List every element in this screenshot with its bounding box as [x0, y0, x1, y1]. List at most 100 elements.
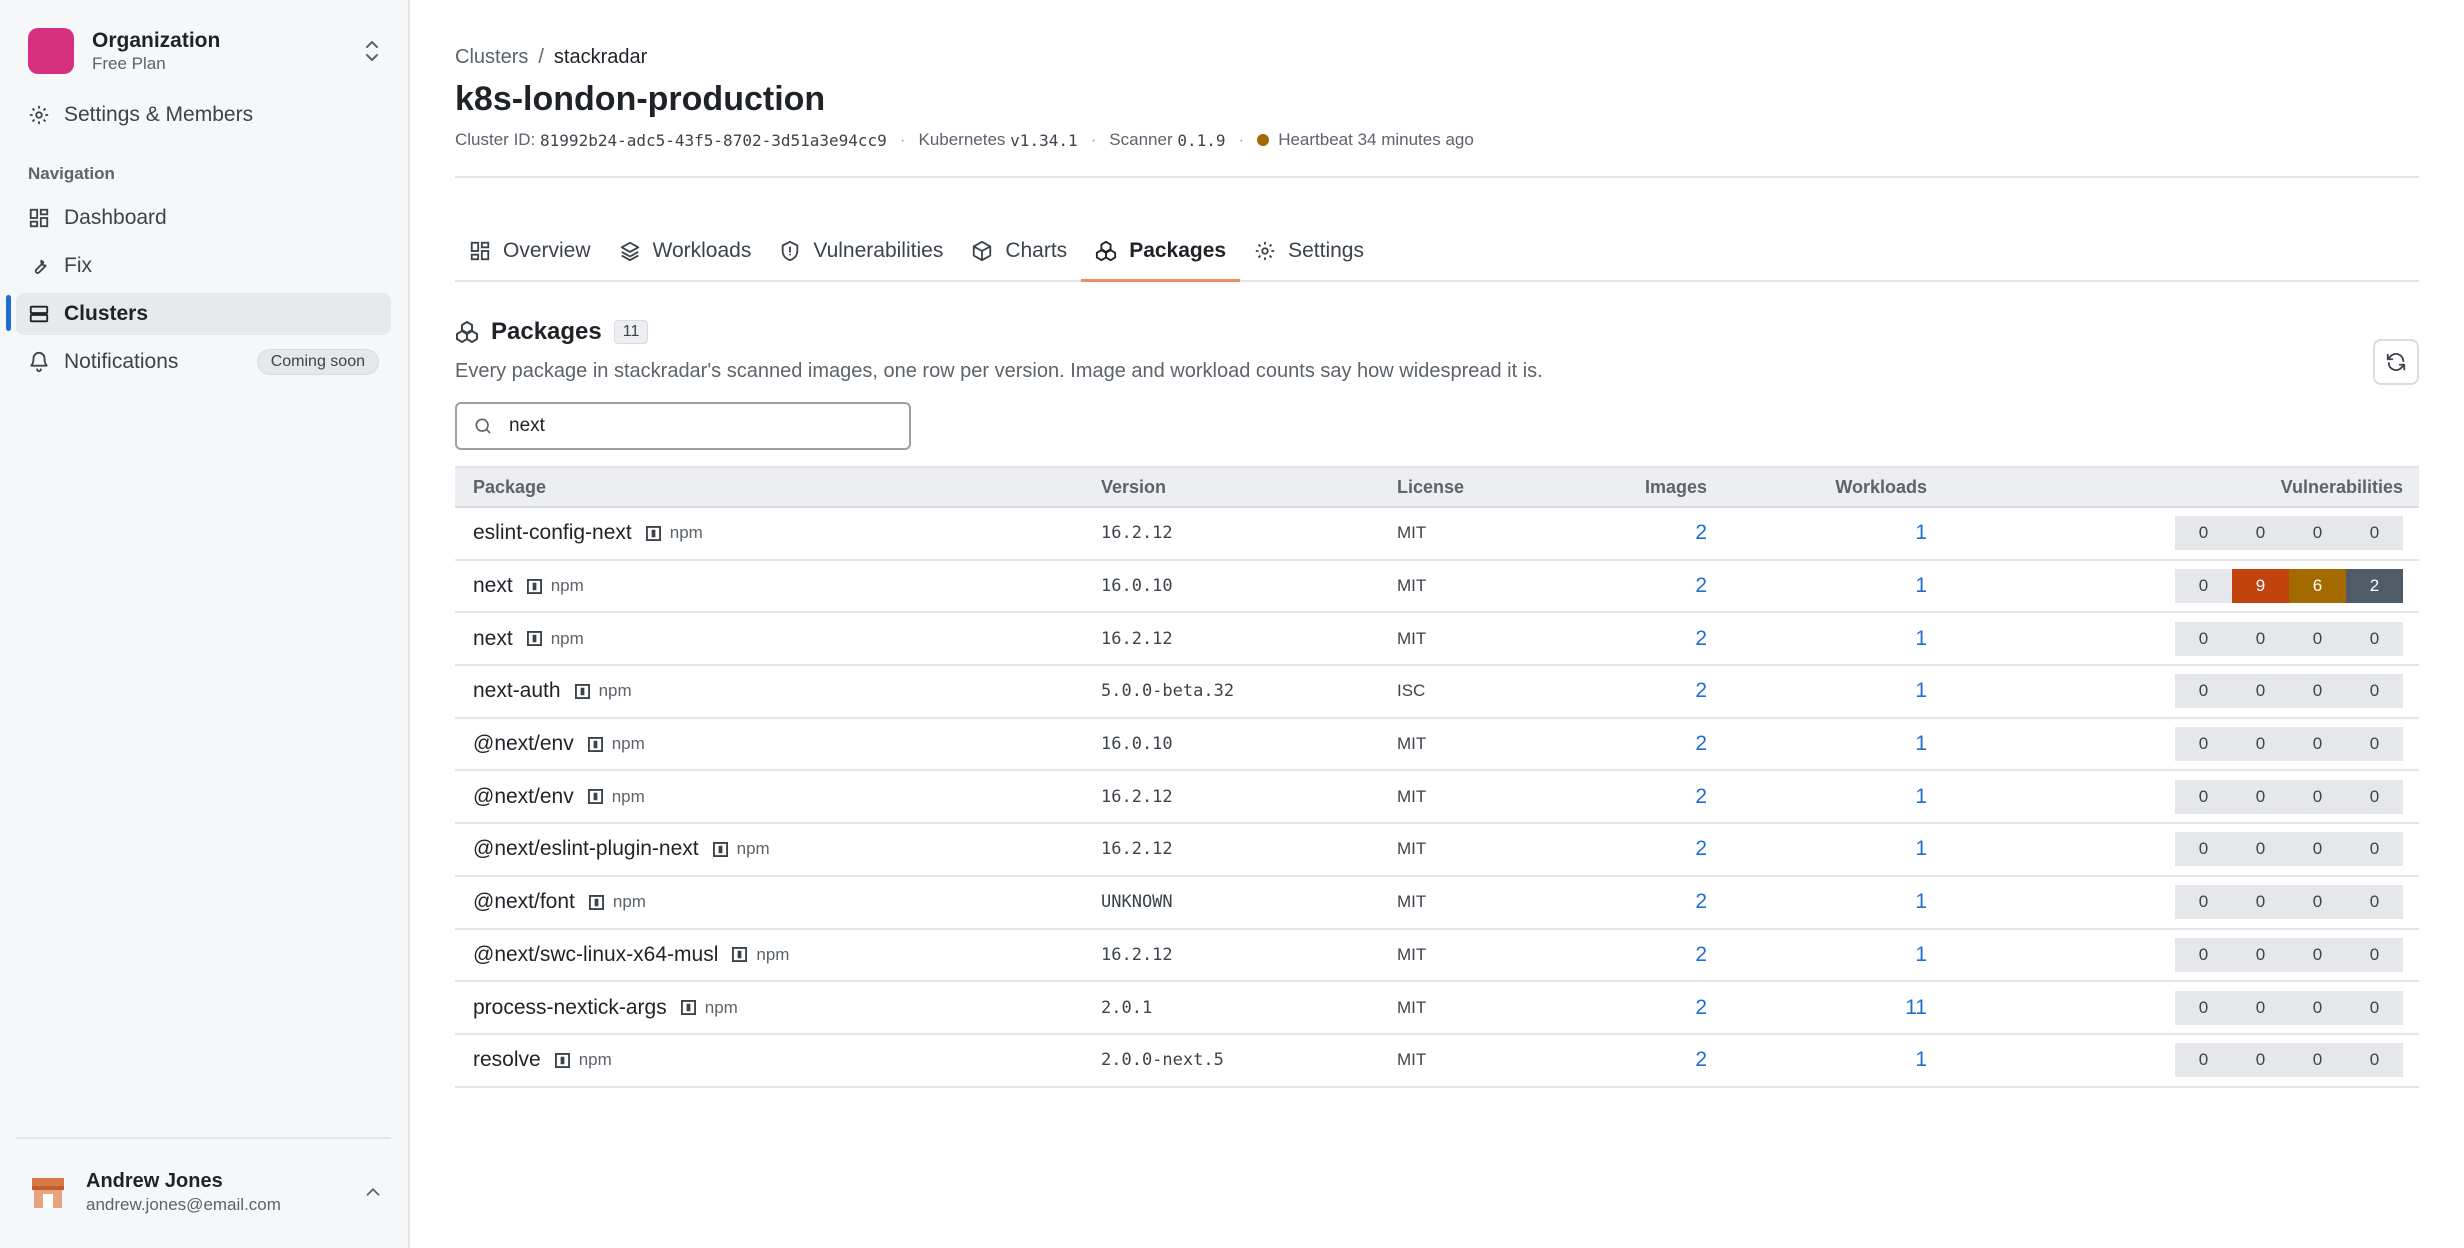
- vulnerability-bar[interactable]: 0000: [2175, 1043, 2403, 1078]
- tab-vulnerabilities[interactable]: Vulnerabilities: [765, 222, 957, 280]
- npm-icon: [588, 894, 604, 910]
- images-count-link[interactable]: 2: [1527, 890, 1707, 914]
- images-count-link[interactable]: 2: [1527, 785, 1707, 809]
- workloads-count-link[interactable]: 1: [1707, 943, 1927, 967]
- sidebar-item-notifications[interactable]: Notifications Coming soon: [16, 341, 391, 383]
- vulnerability-bar[interactable]: 0000: [2175, 832, 2403, 867]
- table-row[interactable]: @next/env npm 16.2.12 MIT 2 1 0000: [455, 771, 2419, 825]
- tab-label: Workloads: [652, 239, 752, 262]
- package-name[interactable]: @next/swc-linux-x64-musl: [473, 943, 718, 967]
- npm-icon: [680, 1000, 696, 1016]
- workloads-count-link[interactable]: 1: [1707, 1048, 1927, 1072]
- package-name[interactable]: next: [473, 627, 513, 651]
- tab-charts[interactable]: Charts: [957, 222, 1081, 280]
- vulnerability-bar[interactable]: 0000: [2175, 885, 2403, 920]
- vulnerability-bar[interactable]: 0000: [2175, 727, 2403, 762]
- tab-overview[interactable]: Overview: [455, 222, 605, 280]
- vulnerability-count: 0: [2175, 674, 2232, 709]
- images-count-link[interactable]: 2: [1527, 837, 1707, 861]
- column-header-images[interactable]: Images: [1527, 477, 1707, 498]
- workloads-count-link[interactable]: 1: [1707, 574, 1927, 598]
- package-name[interactable]: process-nextick-args: [473, 996, 667, 1020]
- breadcrumb-clusters-link[interactable]: Clusters: [455, 46, 528, 69]
- package-name[interactable]: resolve: [473, 1048, 541, 1072]
- tab-label: Packages: [1129, 239, 1227, 262]
- workloads-count-link[interactable]: 1: [1707, 890, 1927, 914]
- table-row[interactable]: eslint-config-next npm 16.2.12 MIT 2 1 0…: [455, 508, 2419, 561]
- images-count-link[interactable]: 2: [1527, 627, 1707, 651]
- table-row[interactable]: @next/env npm 16.0.10 MIT 2 1 0000: [455, 719, 2419, 772]
- package-name[interactable]: next-auth: [473, 679, 561, 703]
- vulnerability-count: 0: [2346, 832, 2403, 867]
- package-name[interactable]: @next/font: [473, 890, 575, 914]
- package-cell: eslint-config-next npm: [455, 521, 1101, 545]
- sidebar-item-fix[interactable]: Fix: [16, 245, 391, 287]
- table-row[interactable]: resolve npm 2.0.0-next.5 MIT 2 1 0000: [455, 1035, 2419, 1088]
- workloads-count-link[interactable]: 1: [1707, 679, 1927, 703]
- package-name[interactable]: @next/eslint-plugin-next: [473, 837, 699, 861]
- images-count-link[interactable]: 2: [1527, 574, 1707, 598]
- tab-settings[interactable]: Settings: [1240, 222, 1378, 280]
- package-type-label: npm: [669, 523, 703, 543]
- npm-icon: [712, 841, 728, 857]
- settings-members-link[interactable]: Settings & Members: [16, 94, 391, 136]
- package-name[interactable]: @next/env: [473, 785, 574, 809]
- workloads-count-link[interactable]: 11: [1707, 996, 1927, 1020]
- column-header-vulnerabilities[interactable]: Vulnerabilities: [1927, 477, 2419, 498]
- table-row[interactable]: @next/font npm UNKNOWN MIT 2 1 0000: [455, 877, 2419, 930]
- column-header-license[interactable]: License: [1397, 477, 1527, 498]
- tab-label: Overview: [503, 239, 591, 262]
- tab-workloads[interactable]: Workloads: [605, 222, 766, 280]
- images-count-link[interactable]: 2: [1527, 996, 1707, 1020]
- search-input[interactable]: [509, 415, 889, 437]
- user-menu[interactable]: Andrew Jones andrew.jones@email.com: [28, 1162, 384, 1222]
- vulnerability-count: 0: [2175, 990, 2232, 1025]
- tab-packages[interactable]: Packages: [1081, 222, 1241, 282]
- images-count-link[interactable]: 2: [1527, 732, 1707, 756]
- vulnerability-bar[interactable]: 0000: [2175, 937, 2403, 972]
- column-header-package[interactable]: Package: [455, 477, 1101, 498]
- package-version: 5.0.0-beta.32: [1101, 681, 1235, 702]
- vulnerabilities-cell: 0000: [1927, 990, 2419, 1025]
- npm-icon: [526, 578, 542, 594]
- workloads-count-link[interactable]: 1: [1707, 627, 1927, 651]
- workloads-count-link[interactable]: 1: [1707, 521, 1927, 545]
- table-row[interactable]: @next/swc-linux-x64-musl npm 16.2.12 MIT…: [455, 930, 2419, 983]
- vulnerability-bar[interactable]: 0000: [2175, 674, 2403, 709]
- vulnerabilities-cell: 0000: [1927, 674, 2419, 709]
- package-version: UNKNOWN: [1101, 892, 1173, 913]
- package-name[interactable]: eslint-config-next: [473, 521, 632, 545]
- vulnerability-bar[interactable]: 0000: [2175, 621, 2403, 656]
- images-count-link[interactable]: 2: [1527, 1048, 1707, 1072]
- workloads-count-link[interactable]: 1: [1707, 785, 1927, 809]
- workloads-count-link[interactable]: 1: [1707, 837, 1927, 861]
- org-switcher[interactable]: Organization Free Plan: [28, 26, 384, 76]
- vulnerability-bar[interactable]: 0962: [2175, 569, 2403, 604]
- vulnerability-bar[interactable]: 0000: [2175, 779, 2403, 814]
- table-row[interactable]: process-nextick-args npm 2.0.1 MIT 2 11 …: [455, 982, 2419, 1035]
- tab-label: Vulnerabilities: [813, 239, 944, 262]
- table-row[interactable]: @next/eslint-plugin-next npm 16.2.12 MIT…: [455, 824, 2419, 877]
- vulnerability-bar[interactable]: 0000: [2175, 990, 2403, 1025]
- sidebar-item-dashboard[interactable]: Dashboard: [16, 197, 391, 239]
- table-row[interactable]: next npm 16.2.12 MIT 2 1 0000: [455, 613, 2419, 667]
- column-header-workloads[interactable]: Workloads: [1707, 477, 1927, 498]
- package-name[interactable]: next: [473, 574, 513, 598]
- package-type: npm: [526, 629, 584, 649]
- table-row[interactable]: next-auth npm 5.0.0-beta.32 ISC 2 1 0000: [455, 666, 2419, 719]
- sidebar-item-clusters[interactable]: Clusters: [16, 293, 391, 335]
- workloads-count-link[interactable]: 1: [1707, 732, 1927, 756]
- package-type-label: npm: [598, 681, 632, 701]
- vulnerability-bar[interactable]: 0000: [2175, 516, 2403, 551]
- vulnerability-count: 0: [2232, 516, 2289, 551]
- vulnerability-count: 0: [2346, 727, 2403, 762]
- package-search[interactable]: [455, 402, 911, 450]
- refresh-button[interactable]: [2373, 339, 2419, 385]
- server-icon: [29, 305, 49, 323]
- images-count-link[interactable]: 2: [1527, 521, 1707, 545]
- images-count-link[interactable]: 2: [1527, 679, 1707, 703]
- images-count-link[interactable]: 2: [1527, 943, 1707, 967]
- table-row[interactable]: next npm 16.0.10 MIT 2 1 0962: [455, 561, 2419, 614]
- package-name[interactable]: @next/env: [473, 732, 574, 756]
- column-header-version[interactable]: Version: [1101, 477, 1397, 498]
